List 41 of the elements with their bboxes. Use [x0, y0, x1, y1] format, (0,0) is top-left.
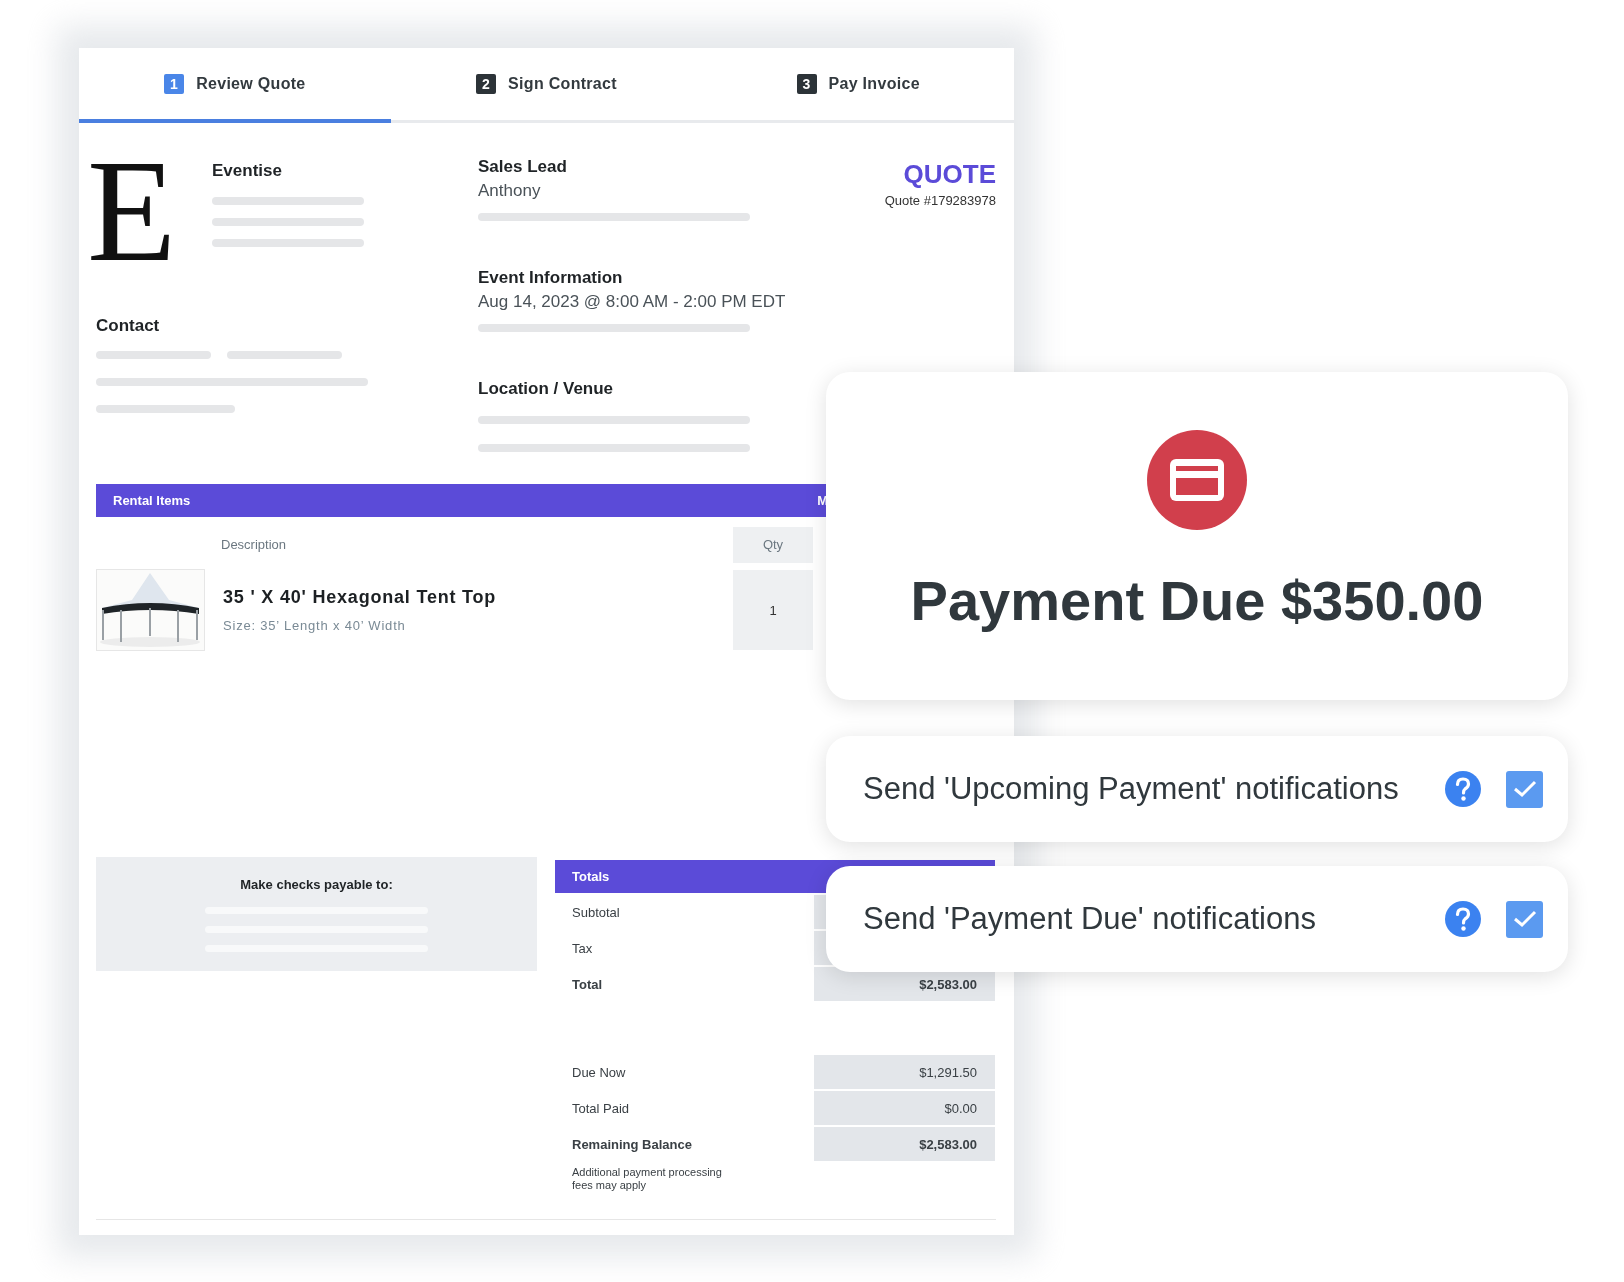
notification-label: Send 'Payment Due' notifications: [863, 901, 1317, 937]
event-date: Aug 14, 2023 @ 8:00 AM - 2:00 PM EDT: [478, 292, 787, 312]
total-label: Remaining Balance: [571, 1136, 693, 1152]
total-label: Tax: [571, 940, 594, 956]
section-title: Event Information: [478, 268, 624, 288]
payable-title: Make checks payable to:: [240, 877, 393, 892]
section-title: Contact: [96, 316, 161, 336]
help-icon[interactable]: [1445, 771, 1481, 807]
total-value: $0.00: [814, 1091, 995, 1125]
section-title: Sales Lead: [478, 157, 568, 177]
checkbox[interactable]: [1506, 900, 1543, 938]
notification-label: Send 'Upcoming Payment' notifications: [863, 771, 1400, 807]
step-tab[interactable]: 2 Sign Contract: [390, 48, 703, 123]
section-title: Totals: [572, 869, 610, 884]
company-name: Eventise: [212, 161, 283, 181]
total-label: Due Now: [571, 1064, 627, 1080]
step-tab[interactable]: 1 Review Quote: [79, 48, 391, 123]
column-header: Qty: [733, 526, 813, 563]
column-header: Description: [221, 537, 288, 552]
check-icon: [1512, 910, 1537, 928]
check-icon: [1512, 780, 1537, 798]
checkbox[interactable]: [1506, 770, 1543, 808]
total-value: $1,291.50: [814, 1055, 995, 1089]
help-icon[interactable]: [1445, 901, 1481, 937]
section-title: Rental Items: [113, 493, 191, 508]
total-label: Subtotal: [571, 904, 621, 920]
credit-card-icon: [1147, 430, 1247, 530]
total-label: Total Paid: [571, 1100, 631, 1116]
section-title: Location / Venue: [478, 379, 615, 399]
item-size: Size: 35’ Length x 40’ Width: [223, 618, 407, 633]
company-logo: E: [87, 157, 178, 265]
qty-cell: 1: [733, 570, 813, 650]
step-tab[interactable]: 3 Pay Invoice: [702, 48, 1014, 123]
fee-note: Additional payment processing fees may apply: [571, 1166, 723, 1192]
payment-due-title: Payment Due $350.00: [910, 568, 1484, 633]
item-name: 35 ' X 40' Hexagonal Tent Top: [223, 587, 498, 608]
total-value: $2,583.00: [814, 1127, 995, 1161]
quote-number: Quote #179283978: [884, 193, 996, 208]
total-label: Total: [571, 976, 604, 992]
quote-title: QUOTE: [902, 159, 996, 190]
sales-lead-name: Anthony: [478, 181, 542, 201]
